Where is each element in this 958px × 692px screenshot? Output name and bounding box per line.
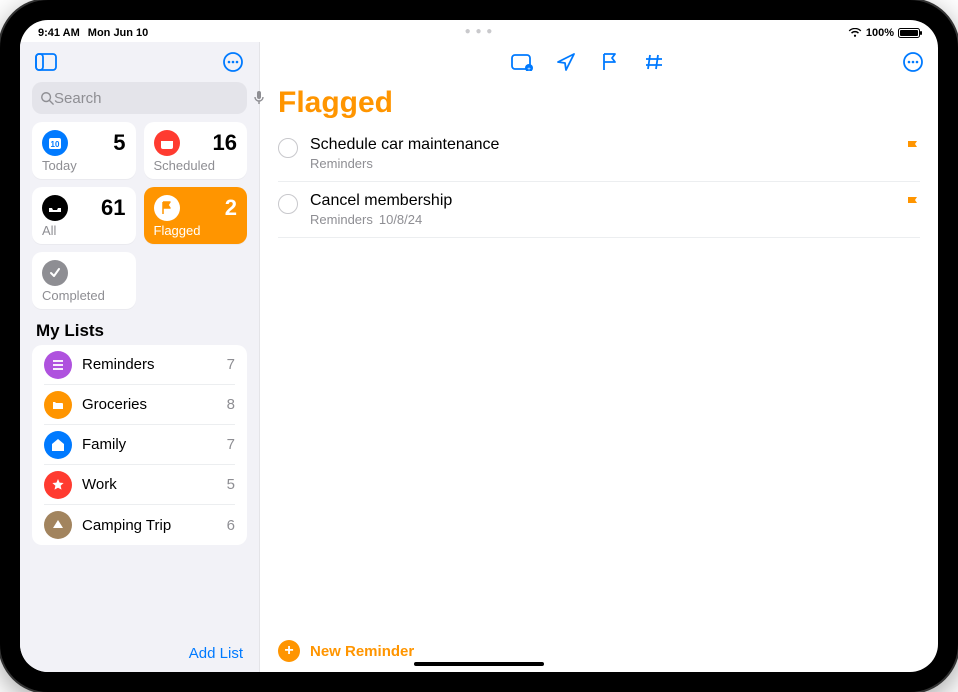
list-icon <box>44 471 72 499</box>
calendar-icon <box>154 130 180 156</box>
main-panel: + Flagged Schedule car maintenance Remind… <box>260 42 938 672</box>
sidebar-more-button[interactable] <box>219 48 247 76</box>
add-list-button[interactable]: Add List <box>189 645 243 662</box>
search-icon <box>40 91 54 105</box>
svg-text:+: + <box>527 67 531 71</box>
lists-container: Reminders 7 Groceries 8 Family 7 Work 5 Camping … <box>32 345 247 545</box>
check-icon <box>42 260 68 286</box>
home-indicator[interactable] <box>414 662 544 666</box>
flag-icon <box>154 195 180 221</box>
main-more-button[interactable] <box>902 51 924 73</box>
svg-text:10: 10 <box>51 140 60 149</box>
tray-icon <box>42 195 68 221</box>
list-count: 8 <box>227 396 235 413</box>
status-bar: 9:41 AM Mon Jun 10 ● ● ● 100% <box>20 20 938 42</box>
flag-icon <box>906 136 920 156</box>
list-count: 5 <box>227 476 235 493</box>
flag-icon <box>906 192 920 212</box>
reminder-title: Cancel membership <box>310 192 894 210</box>
list-title: Flagged <box>260 82 938 126</box>
toolbar-details-button[interactable]: + <box>511 51 533 73</box>
list-row[interactable]: Family 7 <box>44 425 235 465</box>
new-reminder-button[interactable]: + New Reminder <box>278 640 414 662</box>
list-row[interactable]: Work 5 <box>44 465 235 505</box>
battery-icon <box>898 28 920 38</box>
sidebar: 10 5 Today 16 Scheduled 61 <box>20 42 260 672</box>
status-date: Mon Jun 10 <box>88 27 149 39</box>
list-icon <box>44 431 72 459</box>
calendar-icon: 10 <box>42 130 68 156</box>
reminder-list: Reminders <box>310 156 373 171</box>
toolbar-tag-button[interactable] <box>643 51 665 73</box>
list-icon <box>44 511 72 539</box>
toggle-sidebar-button[interactable] <box>32 48 60 76</box>
wifi-icon <box>848 28 862 38</box>
list-row[interactable]: Groceries 8 <box>44 385 235 425</box>
reminder-checkbox[interactable] <box>278 138 298 158</box>
smart-list-scheduled[interactable]: 16 Scheduled <box>144 122 248 179</box>
status-time: 9:41 AM <box>38 27 80 39</box>
list-row[interactable]: Reminders 7 <box>44 345 235 385</box>
reminder-list: Reminders <box>310 212 373 227</box>
list-name: Groceries <box>82 396 217 413</box>
list-icon <box>44 351 72 379</box>
reminder-date: 10/8/24 <box>379 212 422 227</box>
toolbar-location-button[interactable] <box>555 51 577 73</box>
list-icon <box>44 391 72 419</box>
list-name: Family <box>82 436 217 453</box>
reminder-row[interactable]: Schedule car maintenance Reminders <box>278 126 920 182</box>
list-row[interactable]: Camping Trip 6 <box>44 505 235 545</box>
list-count: 6 <box>227 517 235 534</box>
reminders-list: Schedule car maintenanceRemindersCancel … <box>260 126 938 630</box>
reminder-checkbox[interactable] <box>278 194 298 214</box>
reminder-row[interactable]: Cancel membership Reminders 10/8/24 <box>278 182 920 238</box>
smart-list-all[interactable]: 61 All <box>32 187 136 244</box>
my-lists-header: My Lists <box>20 309 259 345</box>
plus-icon: + <box>278 640 300 662</box>
list-name: Reminders <box>82 356 217 373</box>
search-field[interactable] <box>32 82 247 114</box>
list-count: 7 <box>227 356 235 373</box>
list-count: 7 <box>227 436 235 453</box>
multitask-dots-icon[interactable]: ● ● ● <box>465 26 494 37</box>
reminder-title: Schedule car maintenance <box>310 136 894 154</box>
smart-list-today[interactable]: 10 5 Today <box>32 122 136 179</box>
smart-list-completed[interactable]: Completed <box>32 252 136 309</box>
list-name: Work <box>82 476 217 493</box>
toolbar-flag-button[interactable] <box>599 51 621 73</box>
search-input[interactable] <box>54 90 253 107</box>
smart-list-flagged[interactable]: 2 Flagged <box>144 187 248 244</box>
list-name: Camping Trip <box>82 517 217 534</box>
battery-percent: 100% <box>866 27 894 39</box>
